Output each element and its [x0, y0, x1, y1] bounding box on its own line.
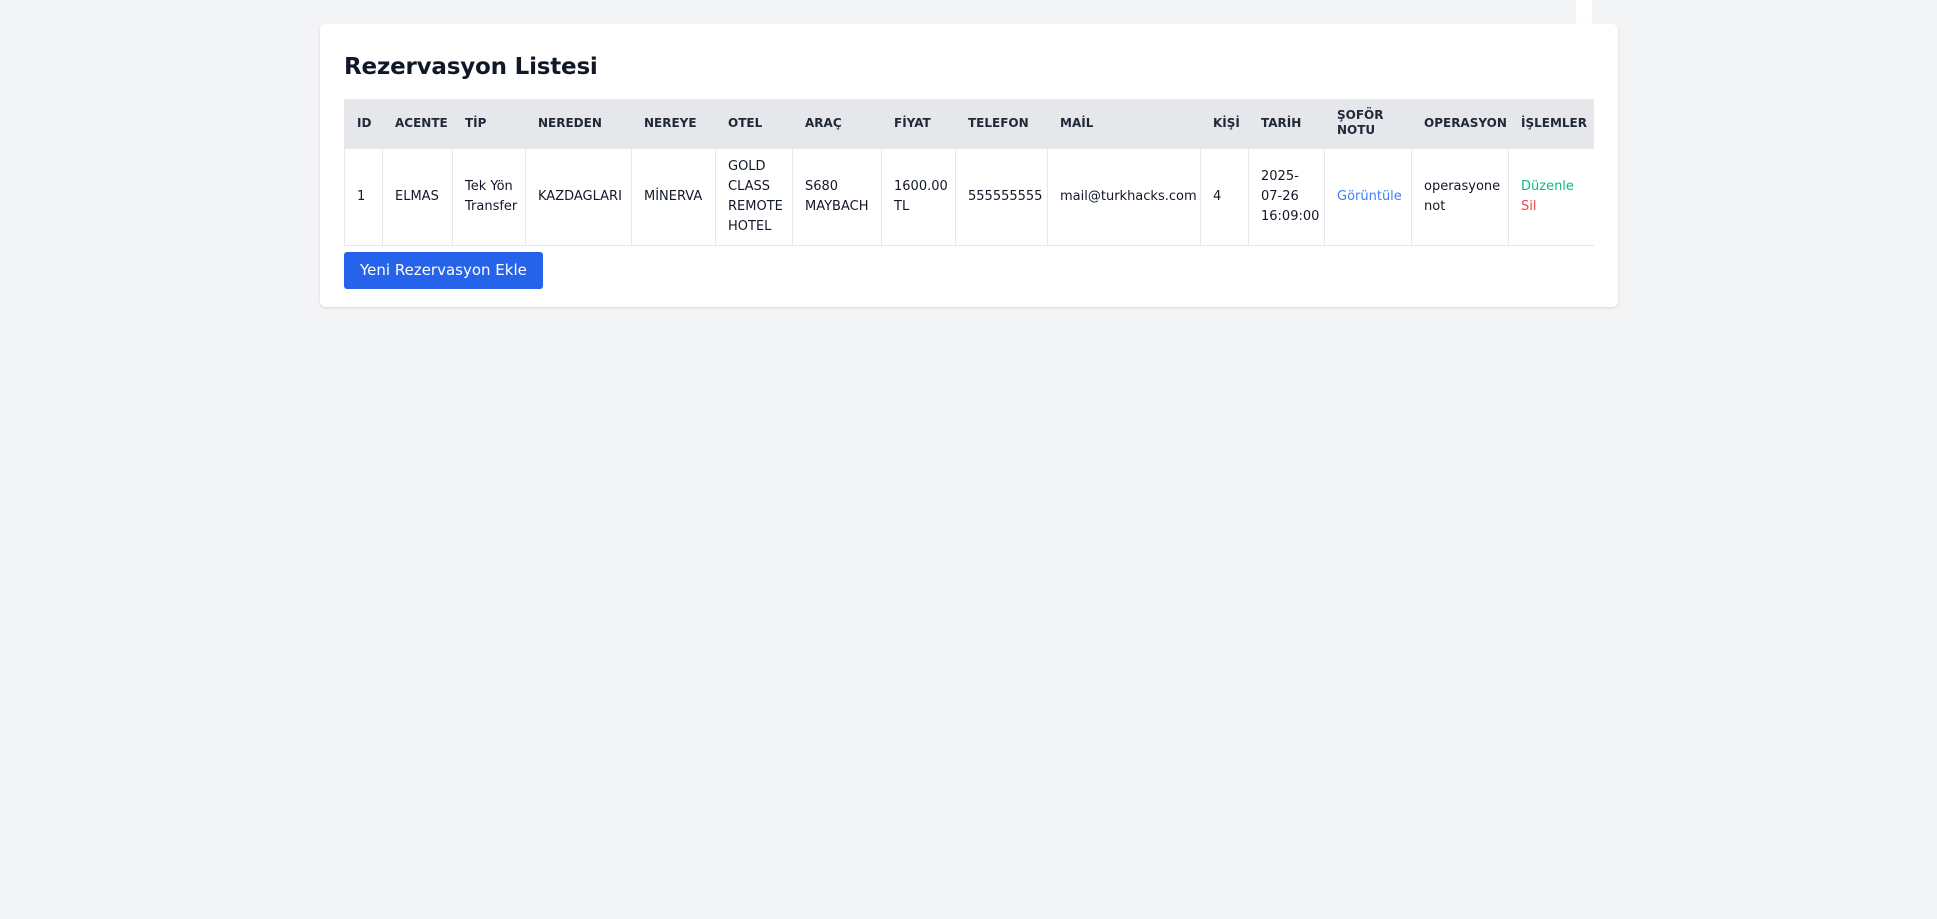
- cell-fiyat: 1600.00 TL: [881, 147, 956, 246]
- edit-link[interactable]: Düzenle: [1521, 177, 1582, 197]
- cell-telefon: 555555555: [955, 147, 1048, 246]
- cell-id: 1: [344, 147, 383, 246]
- header-otel: OTEL: [715, 99, 793, 148]
- header-operasyon: OPERASYON: [1411, 99, 1509, 148]
- reservation-card: Rezervasyon Listesi ID ACENTE TİP NEREDE…: [320, 24, 1618, 307]
- page-title: Rezervasyon Listesi: [344, 54, 598, 80]
- header-id: ID: [344, 99, 383, 148]
- header-tarih: TARİH: [1248, 99, 1325, 148]
- table-header: ID ACENTE TİP NEREDEN NEREYE OTEL ARAÇ F…: [344, 99, 1594, 148]
- delete-link[interactable]: Sil: [1521, 197, 1582, 217]
- header-nereye: NEREYE: [631, 99, 716, 148]
- view-driver-note-link[interactable]: Görüntüle: [1337, 189, 1402, 204]
- header-mail: MAİL: [1047, 99, 1201, 148]
- cell-nereye: MİNERVA: [631, 147, 716, 246]
- header-nereden: NEREDEN: [525, 99, 632, 148]
- reservation-table-wrapper: ID ACENTE TİP NEREDEN NEREYE OTEL ARAÇ F…: [344, 99, 1594, 246]
- table-header-row: ID ACENTE TİP NEREDEN NEREYE OTEL ARAÇ F…: [344, 99, 1594, 148]
- cell-arac: S680 MAYBACH: [792, 147, 882, 246]
- cell-acente: ELMAS: [382, 147, 453, 246]
- scrollbar-top: [1576, 0, 1592, 24]
- header-telefon: TELEFON: [955, 99, 1048, 148]
- header-islemler: İŞLEMLER: [1508, 99, 1594, 148]
- table-row: 1 ELMAS Tek Yön Transfer KAZDAGLARI MİNE…: [344, 147, 1594, 246]
- header-tip: TİP: [452, 99, 526, 148]
- cell-mail: mail@turkhacks.com: [1047, 147, 1201, 246]
- header-fiyat: FİYAT: [881, 99, 956, 148]
- cell-otel: GOLD CLASS REMOTE HOTEL: [715, 147, 793, 246]
- table-body: 1 ELMAS Tek Yön Transfer KAZDAGLARI MİNE…: [344, 147, 1594, 246]
- cell-operasyon: operasyone not: [1411, 147, 1509, 246]
- add-reservation-button[interactable]: Yeni Rezervasyon Ekle: [344, 252, 543, 289]
- cell-kisi: 4: [1200, 147, 1249, 246]
- cell-tip: Tek Yön Transfer: [452, 147, 526, 246]
- header-kisi: KİŞİ: [1200, 99, 1249, 148]
- header-sofor-notu: ŞOFÖR NOTU: [1324, 99, 1412, 148]
- header-acente: ACENTE: [382, 99, 453, 148]
- cell-tarih: 2025-07-26 16:09:00: [1248, 147, 1325, 246]
- cell-sofor-notu: Görüntüle: [1324, 147, 1412, 246]
- reservation-table: ID ACENTE TİP NEREDEN NEREYE OTEL ARAÇ F…: [344, 99, 1594, 246]
- cell-nereden: KAZDAGLARI: [525, 147, 632, 246]
- header-arac: ARAÇ: [792, 99, 882, 148]
- cell-islemler: Düzenle Sil: [1508, 147, 1594, 246]
